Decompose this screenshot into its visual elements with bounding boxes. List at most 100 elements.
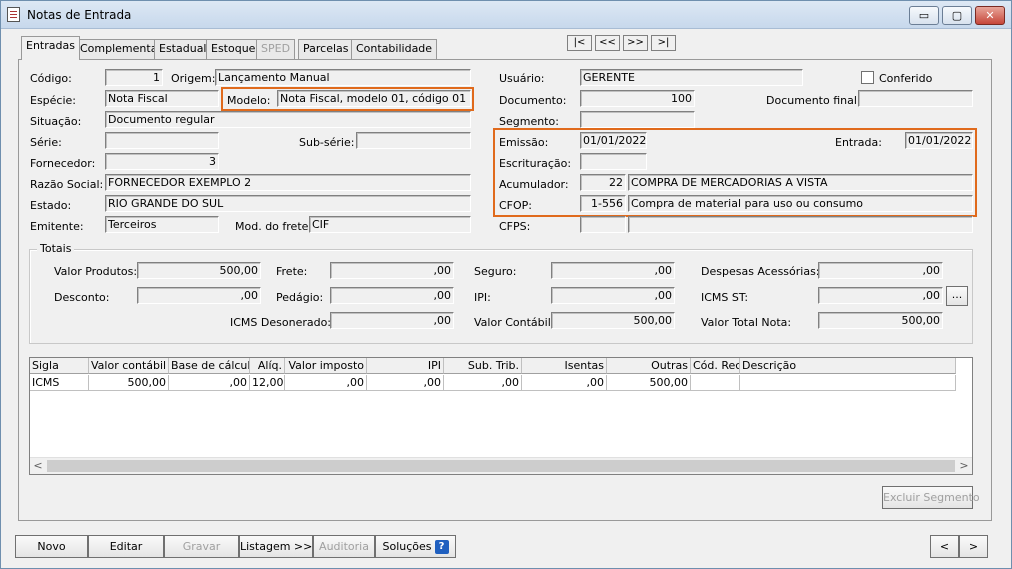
especie-label: Espécie: [30,94,77,107]
seguro-field[interactable]: ,00 [551,262,675,279]
acumulador-label: Acumulador: [499,178,569,191]
close-button[interactable]: ✕ [975,6,1005,25]
listagem-button[interactable]: Listagem >> [239,535,313,558]
segmento-label: Segmento: [499,115,559,128]
auditoria-button[interactable]: Auditoria [313,535,375,558]
grid-cell-valor-contabil[interactable]: 500,00 [89,375,169,391]
prev-record-button[interactable]: < [930,535,959,558]
grid-cell-base-calculo[interactable]: ,00 [169,375,250,391]
valor-produtos-label: Valor Produtos: [54,265,138,278]
notas-entrada-window: Notas de Entrada ▭ ▢ ✕ Entradas Compleme… [0,0,1012,569]
razao-social-field[interactable]: FORNECEDOR EXEMPLO 2 [105,174,471,191]
mod-frete-field[interactable]: CIF [309,216,471,233]
impostos-grid[interactable]: Sigla Valor contábil Base de cálculo Alí… [29,357,973,475]
grid-header-aliquota[interactable]: Alíq. [250,358,285,374]
documento-final-field[interactable] [858,90,973,107]
novo-button[interactable]: Novo [15,535,88,558]
grid-cell-cod-rec[interactable] [691,375,740,391]
grid-header-outras[interactable]: Outras [607,358,691,374]
grid-cell-sigla[interactable]: ICMS [30,375,89,391]
nav-last-button[interactable]: >| [651,35,676,51]
nav-next-button[interactable]: >> [623,35,648,51]
modelo-field[interactable]: Nota Fiscal, modelo 01, código 01 [277,90,471,107]
tab-sped[interactable]: SPED [256,39,296,59]
razao-social-label: Razão Social: [30,178,104,191]
valor-total-nota-field[interactable]: 500,00 [818,312,943,329]
grid-header-valor-imposto[interactable]: Valor imposto [285,358,367,374]
nav-prev-button[interactable]: << [595,35,620,51]
origem-field[interactable]: Lançamento Manual [215,69,471,86]
tab-parcelas[interactable]: Parcelas [298,39,354,59]
escrituracao-field[interactable] [580,153,647,170]
grid-cell-sub-trib[interactable]: ,00 [444,375,522,391]
icms-st-field[interactable]: ,00 [818,287,943,304]
grid-header-valor-contabil[interactable]: Valor contábil [89,358,169,374]
documento-field[interactable]: 100 [580,90,695,107]
frete-label: Frete: [276,265,308,278]
serie-label: Série: [30,136,62,149]
conferido-checkbox[interactable] [861,71,874,84]
grid-cell-aliquota[interactable]: 12,00 [250,375,285,391]
fornecedor-field[interactable]: 3 [105,153,219,170]
emissao-field[interactable]: 01/01/2022 [580,132,647,149]
ipi-field[interactable]: ,00 [551,287,675,304]
frete-field[interactable]: ,00 [330,262,454,279]
usuario-field[interactable]: GERENTE [580,69,803,86]
grid-cell-descricao[interactable] [740,375,956,391]
serie-field[interactable] [105,132,219,149]
cfop-desc-field[interactable]: Compra de material para uso ou consumo [628,195,973,212]
scroll-left-arrow-icon[interactable]: < [30,459,46,474]
grid-header-isentas[interactable]: Isentas [522,358,607,374]
acumulador-desc-field[interactable]: COMPRA DE MERCADORIAS A VISTA [628,174,973,191]
acumulador-code-field[interactable]: 22 [580,174,626,191]
scroll-right-arrow-icon[interactable]: > [956,459,972,474]
mod-frete-label: Mod. do frete: [235,220,313,233]
tab-contabilidade[interactable]: Contabilidade [351,39,438,59]
tab-estoque[interactable]: Estoque [206,39,261,59]
valor-produtos-field[interactable]: 500,00 [137,262,261,279]
minimize-button[interactable]: ▭ [909,6,939,25]
solucoes-button[interactable]: Soluções? [375,535,456,558]
subserie-field[interactable] [356,132,471,149]
grid-horizontal-scrollbar[interactable]: < > [30,457,972,474]
title-bar: Notas de Entrada ▭ ▢ ✕ [1,1,1011,29]
maximize-button[interactable]: ▢ [942,6,972,25]
gravar-button[interactable]: Gravar [164,535,239,558]
excluir-segmento-button[interactable]: Excluir Segmento [882,486,980,509]
scroll-thumb[interactable] [47,460,955,472]
ipi-label: IPI: [474,291,491,304]
tab-estadual[interactable]: Estadual [154,39,212,59]
next-record-button[interactable]: > [959,535,988,558]
codigo-field[interactable]: 1 [105,69,163,86]
emitente-field[interactable]: Terceiros [105,216,219,233]
grid-cell-outras[interactable]: 500,00 [607,375,691,391]
especie-field[interactable]: Nota Fiscal [105,90,219,107]
grid-cell-ipi[interactable]: ,00 [367,375,444,391]
situacao-field[interactable]: Documento regular [105,111,471,128]
grid-header-cod-rec[interactable]: Cód. Rec. [691,358,740,374]
help-icon: ? [434,540,449,554]
pedagio-field[interactable]: ,00 [330,287,454,304]
cfps-code-field[interactable] [580,216,626,233]
cfop-code-field[interactable]: 1-556 [580,195,626,212]
entrada-field[interactable]: 01/01/2022 [905,132,973,149]
estado-field[interactable]: RIO GRANDE DO SUL [105,195,471,212]
grid-header-ipi[interactable]: IPI [367,358,444,374]
editar-button[interactable]: Editar [88,535,164,558]
tab-entradas[interactable]: Entradas [21,36,80,60]
cfps-desc-field[interactable] [628,216,973,233]
grid-header-sigla[interactable]: Sigla [30,358,89,374]
nav-first-button[interactable]: |< [567,35,592,51]
despesas-field[interactable]: ,00 [818,262,943,279]
desconto-field[interactable]: ,00 [137,287,261,304]
grid-header-descricao[interactable]: Descrição [740,358,956,374]
escrituracao-label: Escrituração: [499,157,572,170]
icms-desonerado-field[interactable]: ,00 [330,312,454,329]
valor-contabil-field[interactable]: 500,00 [551,312,675,329]
grid-cell-valor-imposto[interactable]: ,00 [285,375,367,391]
grid-header-sub-trib[interactable]: Sub. Trib. [444,358,522,374]
segmento-field[interactable] [580,111,695,128]
icms-st-lookup-button[interactable]: ... [946,286,968,306]
grid-header-base-calculo[interactable]: Base de cálculo [169,358,250,374]
grid-cell-isentas[interactable]: ,00 [522,375,607,391]
